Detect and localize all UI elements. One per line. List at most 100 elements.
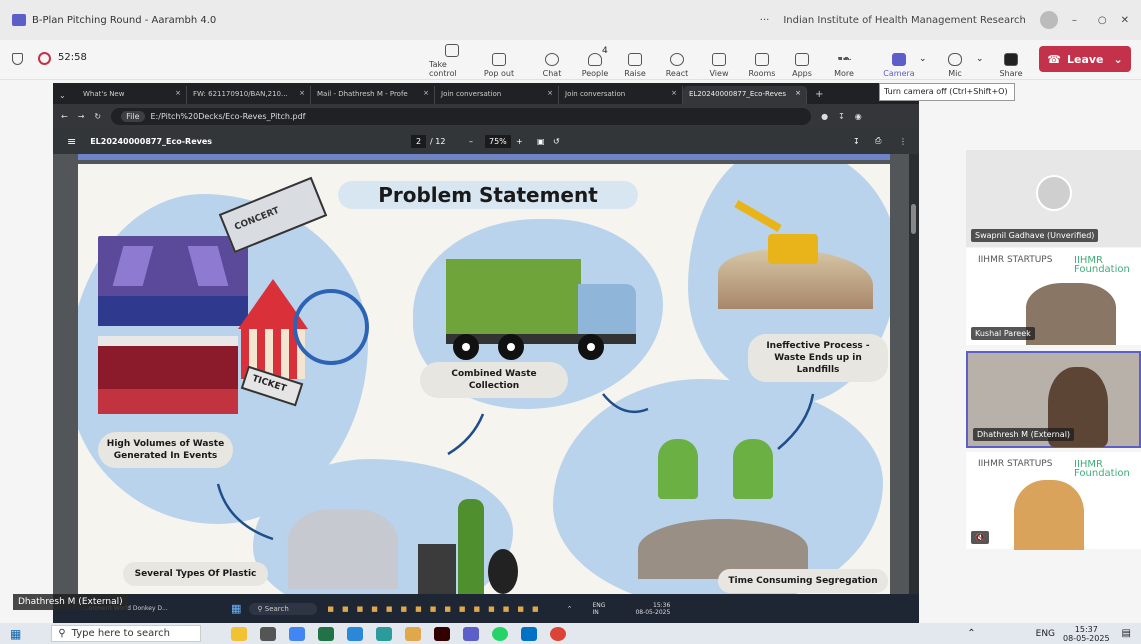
pdf-toolbar: ≡ EL20240000877_Eco-Reves 2 / 12 – 75% +…	[53, 128, 919, 154]
tray-arrow-icon[interactable]: ⌃	[967, 628, 975, 639]
pdf-viewer[interactable]: Problem Statement CONCERT TICKET High Vo…	[53, 154, 919, 623]
leave-button[interactable]: ☎ Leave ⌄	[1039, 46, 1131, 72]
apps-button[interactable]: Apps	[779, 42, 825, 78]
participant-tile[interactable]: IIHMR STARTUPS IIHMR Foundation 🔇	[966, 452, 1141, 550]
download-icon[interactable]: ↧	[838, 112, 845, 121]
print-icon[interactable]: ⎙	[875, 136, 881, 146]
browser-tab[interactable]: What's New ×	[77, 86, 187, 104]
tab-search-icon[interactable]: ⌄	[53, 91, 77, 104]
minimize-button[interactable]: –	[1072, 15, 1084, 26]
restore-button[interactable]: ○	[1098, 15, 1107, 26]
pdf-more-icon[interactable]: ⋮	[899, 137, 907, 146]
remote-lang: ENG IN	[592, 601, 606, 616]
chrome-app-icon-2[interactable]	[550, 626, 567, 641]
participant-video	[1014, 480, 1084, 550]
leave-options-chevron-icon[interactable]: ⌄	[1114, 53, 1123, 66]
chat-button[interactable]: Chat	[529, 42, 575, 78]
take-control-icon	[445, 44, 459, 57]
participant-tile[interactable]: Swapnil Gadhave (Unverified)	[966, 150, 1141, 247]
pop-out-button[interactable]: Pop out	[476, 42, 522, 78]
iihmr-startups-logo: IIHMR STARTUPS	[978, 459, 1053, 469]
camera-button[interactable]: Camera	[876, 42, 922, 78]
zoom-input[interactable]: 75%	[485, 134, 511, 148]
taskbar-app-icon[interactable]	[231, 626, 248, 641]
participant-video	[1026, 283, 1116, 345]
account-avatar[interactable]	[1039, 11, 1058, 29]
remote-windows-icon[interactable]: ▦	[231, 602, 241, 615]
participant-tile-speaking[interactable]: Dhathresh M (External)	[966, 351, 1141, 448]
browser-tab-active[interactable]: EL20240000877_Eco-Reves ×	[683, 86, 807, 104]
take-control-button[interactable]: Take control	[429, 42, 475, 78]
back-icon[interactable]: ←	[61, 112, 68, 121]
reload-icon[interactable]: ↻	[94, 112, 101, 121]
tab-close-icon[interactable]: ×	[547, 89, 553, 97]
notification-icon[interactable]: ▤	[1122, 628, 1131, 639]
fit-page-icon[interactable]: ▣	[537, 137, 545, 146]
view-button[interactable]: View	[696, 42, 742, 78]
extension-icon[interactable]: ●	[821, 112, 828, 121]
tab-close-icon[interactable]: ×	[423, 89, 429, 97]
camera-options-chevron-icon[interactable]: ⌄	[919, 54, 927, 64]
store-app-icon[interactable]	[376, 626, 393, 641]
address-bar[interactable]: File E:/Pitch%20Decks/Eco-Reves_Pitch.pd…	[111, 107, 812, 125]
start-icon[interactable]: ▦	[10, 627, 21, 641]
browser-tab[interactable]: FW: 621170910/BAN,210... ×	[187, 86, 311, 104]
record-icon	[38, 52, 51, 65]
address-bar-row: ← → ↻ File E:/Pitch%20Decks/Eco-Reves_Pi…	[53, 104, 919, 128]
pdf-menu-icon[interactable]: ≡	[67, 135, 76, 148]
page-input[interactable]: 2	[411, 134, 427, 148]
raise-hand-button[interactable]: Raise	[612, 42, 658, 78]
participant-name: Kushal Pareek	[971, 327, 1035, 340]
teams-app-icon[interactable]	[463, 626, 480, 641]
profile-icon[interactable]: ◉	[855, 112, 862, 121]
tab-close-icon[interactable]: ×	[175, 89, 181, 97]
new-tab-button[interactable]: +	[807, 89, 831, 104]
mic-options-chevron-icon[interactable]: ⌄	[976, 54, 984, 64]
iihmr-foundation-logo: IIHMR Foundation	[1074, 459, 1130, 479]
share-button[interactable]: Share	[988, 42, 1034, 78]
tab-close-icon[interactable]: ×	[671, 89, 677, 97]
chrome-app-icon[interactable]	[289, 626, 306, 641]
tab-close-icon[interactable]: ×	[795, 89, 801, 97]
remote-tray-arrow-icon[interactable]: ⌃	[567, 605, 573, 613]
pdf-page-slide: Problem Statement CONCERT TICKET High Vo…	[78, 164, 890, 594]
outlook-app-icon[interactable]	[521, 626, 538, 641]
illustrator-app-icon[interactable]	[434, 626, 451, 641]
close-window-button[interactable]: ✕	[1121, 15, 1129, 26]
participant-tile[interactable]: IIHMR STARTUPS IIHMR Foundation Kushal P…	[966, 248, 1141, 345]
scrollbar[interactable]	[909, 154, 919, 594]
react-button[interactable]: React	[654, 42, 700, 78]
zoom-out-button[interactable]: –	[469, 137, 473, 146]
remote-taskbar: ...onment World Donkey D... ▦ ⚲ Search ■…	[53, 594, 919, 623]
pdf-download-icon[interactable]: ↧	[853, 137, 860, 146]
task-view-icon[interactable]	[260, 626, 277, 641]
windows-taskbar: ▦ ⚲ Type here to search ⌃ ENG 15:37 08-05…	[0, 623, 1141, 644]
shield-icon	[12, 53, 23, 65]
edge-app-icon[interactable]	[347, 626, 364, 641]
files-app-icon[interactable]	[405, 626, 422, 641]
mic-button[interactable]: Mic	[932, 42, 978, 78]
share-icon	[1004, 53, 1018, 66]
camera-tooltip: Turn camera off (Ctrl+Shift+O)	[879, 83, 1015, 101]
tab-close-icon[interactable]: ×	[299, 89, 305, 97]
browser-tab[interactable]: Mail - Dhathresh M - Profe ×	[311, 86, 435, 104]
rotate-icon[interactable]: ↺	[553, 137, 560, 146]
more-options-button[interactable]: ···	[760, 15, 770, 26]
browser-tab[interactable]: Join conversation ×	[559, 86, 683, 104]
more-button[interactable]: More	[821, 42, 867, 78]
excel-app-icon[interactable]	[318, 626, 335, 641]
teams-logo-icon	[12, 14, 26, 26]
browser-tab[interactable]: Join conversation ×	[435, 86, 559, 104]
label-ineffective: Ineffective Process - Waste Ends up in L…	[748, 334, 888, 382]
page-total: / 12	[430, 136, 446, 146]
chat-icon	[545, 53, 559, 66]
language-indicator[interactable]: ENG	[1036, 629, 1055, 639]
scrollbar-thumb[interactable]	[911, 204, 916, 234]
zoom-in-button[interactable]: +	[516, 137, 523, 146]
whatsapp-app-icon[interactable]	[492, 626, 509, 641]
remote-search-box[interactable]: ⚲ Search	[249, 602, 318, 615]
forward-icon[interactable]: →	[78, 112, 85, 121]
more-icon	[837, 57, 851, 61]
taskbar-search-input[interactable]: ⚲ Type here to search	[51, 625, 202, 642]
mic-off-icon	[948, 53, 962, 66]
